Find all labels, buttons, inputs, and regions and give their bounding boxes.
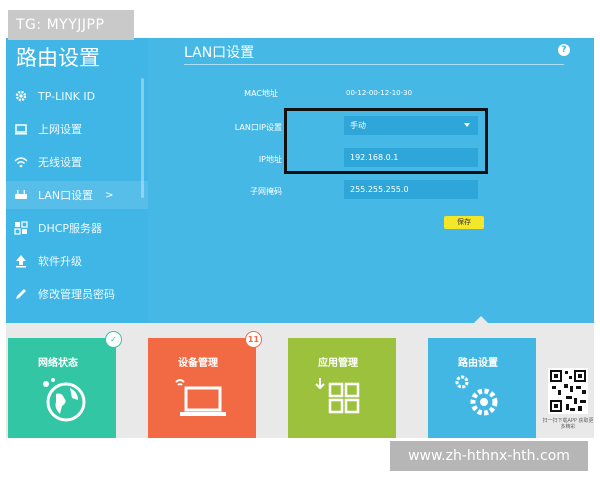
sidebar-item-label: LAN口设置 [38, 189, 94, 202]
sidebar-item-upgrade[interactable]: 软件升级 [6, 247, 148, 275]
sidebar-item-label: 修改管理员密码 [38, 288, 115, 301]
router-app-screen: 路由设置 TP-LINK ID 上网设置 无线设置 LAN口设置 > DHCP服… [6, 38, 594, 438]
title-divider [184, 64, 564, 65]
active-tile-pointer [474, 316, 488, 323]
laptop-icon [175, 379, 226, 416]
page-title: LAN口设置 [184, 45, 255, 61]
tile-label: 设备管理 [178, 358, 218, 369]
sidebar-item-tplink-id[interactable]: TP-LINK ID [6, 82, 148, 110]
sidebar-title: 路由设置 [16, 46, 100, 70]
mac-value: 00-12-00-12-10-30 [346, 89, 413, 97]
tile-network-status[interactable]: 网络状态 ✓ [8, 331, 122, 438]
qr-code-image [548, 368, 588, 414]
sidebar-item-label: 软件升级 [38, 255, 82, 268]
sidebar-item-internet[interactable]: 上网设置 [6, 115, 148, 143]
mac-label: MAC地址 [244, 89, 278, 98]
qr-caption: 扫一扫下载APP 获取更多精彩 [542, 418, 594, 430]
sidebar-item-label: DHCP服务器 [38, 222, 103, 235]
tile-label: 网络状态 [38, 358, 78, 369]
router-icon [10, 188, 32, 202]
monitor-icon [10, 122, 32, 136]
gear-icon [10, 89, 32, 103]
chevron-right-icon: > [105, 189, 114, 201]
sidebar-item-wireless[interactable]: 无线设置 [6, 148, 148, 176]
ip-label: IP地址 [258, 155, 282, 164]
watermark-top: TG: MYYJJPP [8, 10, 134, 40]
subnet-mask-input[interactable]: 255.255.255.0 [344, 180, 478, 199]
upgrade-icon [10, 254, 32, 268]
subnet-mask-label: 子网掩码 [250, 187, 282, 196]
help-icon[interactable]: ? [558, 44, 570, 56]
sidebar-item-lan[interactable]: LAN口设置 > [6, 181, 148, 209]
save-button[interactable]: 保存 [444, 216, 484, 229]
dhcp-icon [10, 221, 32, 235]
lan-ip-setting-label: LAN口IP设置 [234, 123, 282, 132]
sidebar-item-label: 上网设置 [38, 123, 82, 136]
count-badge: 11 [245, 331, 262, 348]
highlight-annotation [284, 108, 488, 174]
settings-gears-icon [455, 375, 498, 416]
tile-device-management[interactable]: 设备管理 11 [148, 331, 262, 438]
check-badge-icon: ✓ [105, 331, 122, 348]
sidebar-item-label: 无线设置 [38, 156, 82, 169]
tile-app-management[interactable]: 应用管理 [288, 338, 396, 438]
apps-grid-icon [315, 378, 360, 414]
wifi-icon [10, 155, 32, 169]
watermark-bottom: www.zh-hthnx-hth.com [390, 441, 588, 471]
sidebar: 路由设置 TP-LINK ID 上网设置 无线设置 LAN口设置 > DHCP服… [6, 38, 148, 323]
sidebar-item-dhcp[interactable]: DHCP服务器 [6, 214, 148, 242]
globe-icon [43, 378, 86, 422]
tile-router-settings[interactable]: 路由设置 [428, 338, 536, 438]
sidebar-item-admin-password[interactable]: 修改管理员密码 [6, 280, 148, 308]
sidebar-item-label: TP-LINK ID [38, 89, 96, 103]
lan-settings-panel: LAN口设置 ? MAC地址 00-12-00-12-10-30 LAN口IP设… [148, 38, 594, 323]
pencil-icon [10, 287, 32, 301]
tile-label: 应用管理 [318, 358, 358, 369]
tile-label: 路由设置 [458, 358, 498, 369]
